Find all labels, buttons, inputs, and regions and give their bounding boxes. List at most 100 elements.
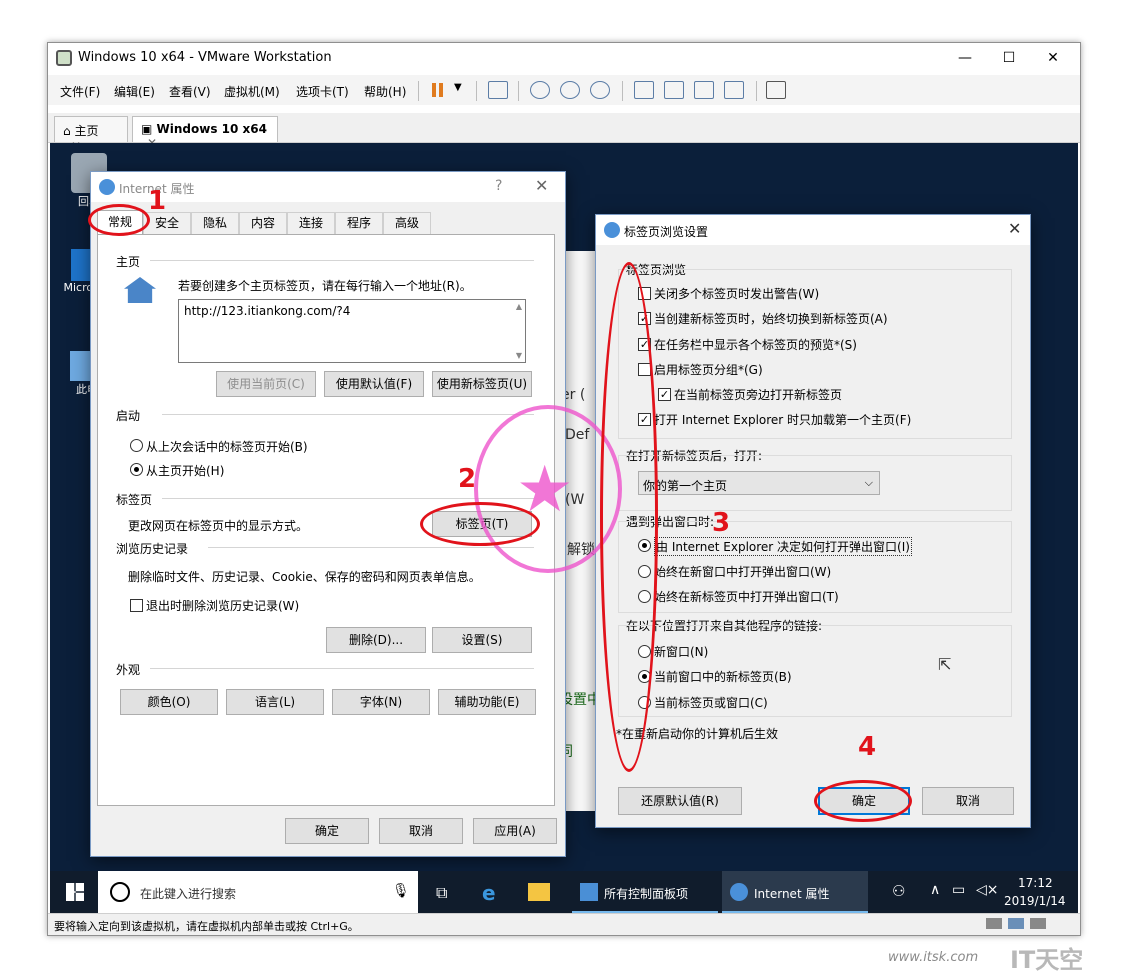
home-desc: 若要创建多个主页标签页，请在每行输入一个地址(R)。 bbox=[178, 279, 472, 293]
pause-icon[interactable] bbox=[432, 83, 436, 97]
use-default-button[interactable]: 使用默认值(F) bbox=[324, 371, 424, 397]
taskbar-item-label: 所有控制面板项 bbox=[604, 887, 689, 901]
snapshot-manager-icon[interactable] bbox=[590, 81, 610, 99]
menu-tabs[interactable]: 选项卡(T) bbox=[296, 83, 349, 100]
send-keys-icon[interactable] bbox=[488, 81, 508, 99]
revert-snapshot-icon[interactable] bbox=[560, 81, 580, 99]
help-button[interactable]: ? bbox=[495, 178, 502, 194]
fullscreen-icon[interactable] bbox=[694, 81, 714, 99]
vm-icon: ▣ bbox=[141, 122, 153, 136]
apply-button[interactable]: 应用(A) bbox=[473, 818, 557, 844]
people-icon[interactable]: ⚇ bbox=[892, 882, 905, 900]
startup-last-session-radio[interactable] bbox=[130, 439, 143, 452]
menu-file[interactable]: 文件(F) bbox=[60, 83, 100, 100]
close-button[interactable]: ✕ bbox=[1030, 43, 1076, 73]
chevron-down-icon[interactable]: ▼ bbox=[454, 82, 462, 93]
snapshot-icon[interactable] bbox=[530, 81, 550, 99]
close-button[interactable]: ✕ bbox=[1008, 219, 1021, 238]
tab-connections[interactable]: 连接 bbox=[287, 212, 335, 234]
taskbar-item-internet-properties[interactable]: Internet 属性 bbox=[722, 871, 868, 913]
ok-button[interactable]: 确定 bbox=[285, 818, 369, 844]
toolbar-separator bbox=[756, 81, 757, 101]
scroll-up-icon[interactable]: ▲ bbox=[516, 302, 522, 311]
divider bbox=[208, 547, 534, 548]
maximize-button[interactable]: ☐ bbox=[986, 43, 1032, 73]
file-explorer-icon[interactable] bbox=[528, 883, 550, 901]
toolbar-separator bbox=[622, 81, 623, 101]
history-settings-button[interactable]: 设置(S) bbox=[432, 627, 532, 653]
new-tab-dropdown[interactable]: 你的第一个主页 ⌵ bbox=[638, 471, 880, 495]
taskbar-time: 17:12 bbox=[1018, 876, 1053, 890]
startup-last-session-label: 从上次会话中的标签页开始(B) bbox=[146, 440, 308, 454]
minimize-button[interactable]: — bbox=[942, 43, 988, 73]
taskbar-search-box[interactable]: 在此键入进行搜索 🎙 bbox=[98, 871, 418, 913]
tab-programs[interactable]: 程序 bbox=[335, 212, 383, 234]
divider bbox=[150, 260, 534, 261]
taskbar-item-control-panel[interactable]: 所有控制面板项 bbox=[572, 871, 718, 913]
startup-home-radio[interactable] bbox=[130, 463, 143, 476]
popup-ie-decides-label: 由 Internet Explorer 决定如何打开弹出窗口(I) bbox=[654, 537, 912, 556]
vmware-titlebar: Windows 10 x64 - VMware Workstation — ☐ … bbox=[48, 43, 1080, 73]
guest-screen[interactable]: er ( Def 原(W 卸解锁 设置中 同 回收 Micro Ed 此电 In… bbox=[50, 143, 1078, 913]
chevron-down-icon: ⌵ bbox=[864, 476, 873, 489]
accessibility-button[interactable]: 辅助功能(E) bbox=[438, 689, 536, 715]
tab-advanced[interactable]: 高级 bbox=[383, 212, 431, 234]
toolbar-separator bbox=[476, 81, 477, 101]
menu-edit[interactable]: 编辑(E) bbox=[114, 83, 155, 100]
divider bbox=[162, 414, 534, 415]
task-view-icon[interactable]: ⧉ bbox=[436, 883, 447, 903]
chevron-up-icon[interactable]: ∧ bbox=[930, 882, 940, 898]
cancel-button[interactable]: 取消 bbox=[922, 787, 1014, 815]
appearance-section-label: 外观 bbox=[116, 663, 141, 677]
sidebar-toggle-icon[interactable] bbox=[634, 81, 654, 99]
languages-button[interactable]: 语言(L) bbox=[226, 689, 324, 715]
menu-vm[interactable]: 虚拟机(M) bbox=[224, 83, 280, 100]
windows-taskbar: 在此键入进行搜索 🎙 ⧉ e 所有控制面板项 Internet 属性 ⚇ ∧ ▭… bbox=[50, 871, 1078, 913]
tab-privacy[interactable]: 隐私 bbox=[191, 212, 239, 234]
colors-button[interactable]: 颜色(O) bbox=[120, 689, 218, 715]
home-url-value: http://123.itiankong.com/?4 bbox=[184, 304, 351, 318]
popup-new-window-label: 始终在新窗口中打开弹出窗口(W) bbox=[654, 565, 832, 579]
use-current-button[interactable]: 使用当前页(C) bbox=[216, 371, 316, 397]
edge-icon[interactable]: e bbox=[482, 881, 496, 905]
delete-on-exit-checkbox[interactable] bbox=[130, 599, 143, 612]
menu-view[interactable]: 查看(V) bbox=[169, 83, 211, 100]
startup-section-label: 启动 bbox=[116, 409, 141, 423]
open-beside-checkbox[interactable]: ✓ bbox=[658, 388, 671, 401]
tabs-section-desc: 更改网页在标签页中的显示方式。 bbox=[128, 519, 309, 533]
load-first-home-label: 打开 Internet Explorer 时只加载第一个主页(F) bbox=[654, 413, 912, 427]
usb-icon[interactable] bbox=[1030, 918, 1046, 929]
menu-help[interactable]: 帮助(H) bbox=[364, 83, 406, 100]
volume-muted-icon[interactable]: ◁× bbox=[976, 882, 999, 898]
cancel-button[interactable]: 取消 bbox=[379, 818, 463, 844]
windows-start-icon[interactable] bbox=[66, 883, 84, 901]
annotation-ring bbox=[814, 780, 912, 822]
vmware-title: Windows 10 x64 - VMware Workstation bbox=[78, 50, 332, 65]
unity-icon[interactable] bbox=[724, 81, 744, 99]
network-icon[interactable]: ▭ bbox=[952, 882, 965, 898]
vmware-app-icon bbox=[56, 50, 72, 66]
tab-home[interactable]: ⌂ 主页 ✕ bbox=[54, 116, 128, 153]
taskbar-preview-label: 在任务栏中显示各个标签页的预览*(S) bbox=[654, 338, 857, 352]
internet-options-icon bbox=[604, 222, 620, 238]
toolbar-separator bbox=[418, 81, 419, 101]
startup-home-label: 从主页开始(H) bbox=[146, 464, 225, 478]
tab-content[interactable]: 内容 bbox=[239, 212, 287, 234]
tab-groups-label: 启用标签页分组*(G) bbox=[654, 363, 763, 377]
close-button[interactable]: ✕ bbox=[535, 176, 548, 195]
home-url-textarea[interactable]: http://123.itiankong.com/?4 ▲ ▼ bbox=[178, 299, 526, 363]
restore-defaults-button[interactable]: 还原默认值(R) bbox=[618, 787, 742, 815]
console-view-icon[interactable] bbox=[766, 81, 786, 99]
delete-history-button[interactable]: 删除(D)... bbox=[326, 627, 426, 653]
fonts-button[interactable]: 字体(N) bbox=[332, 689, 430, 715]
vmware-menubar: 文件(F) 编辑(E) 查看(V) 虚拟机(M) 选项卡(T) 帮助(H) ▼ bbox=[48, 75, 1080, 105]
scroll-down-icon[interactable]: ▼ bbox=[516, 351, 522, 360]
hard-disk-icon[interactable] bbox=[986, 918, 1002, 929]
thumbnail-bar-icon[interactable] bbox=[664, 81, 684, 99]
tab-windows10-label: Windows 10 x64 bbox=[156, 122, 267, 136]
tab-windows10[interactable]: ▣ Windows 10 x64 ✕ bbox=[132, 116, 278, 150]
home-icon: ⌂ bbox=[63, 124, 71, 138]
microphone-icon[interactable]: 🎙 bbox=[392, 883, 410, 899]
network-adapter-icon[interactable] bbox=[1008, 918, 1024, 929]
use-new-tab-button[interactable]: 使用新标签页(U) bbox=[432, 371, 532, 397]
